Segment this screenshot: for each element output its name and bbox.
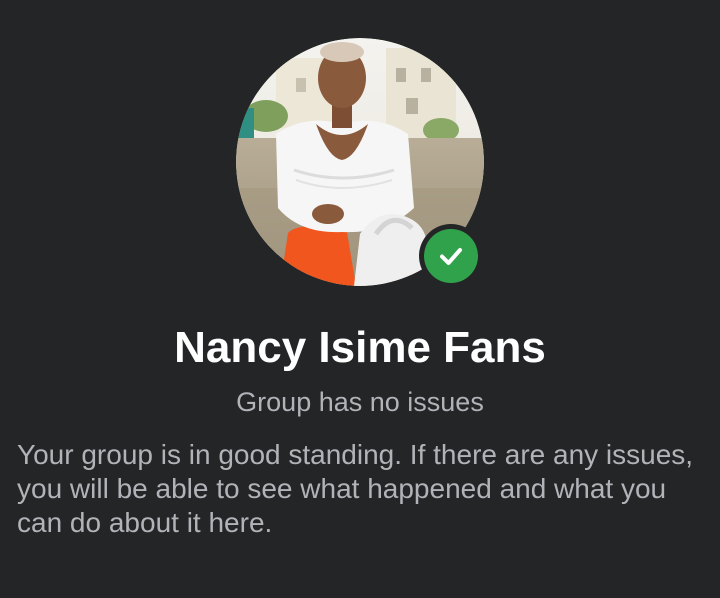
- group-status: Group has no issues: [236, 387, 484, 417]
- check-badge-circle: [424, 229, 478, 283]
- check-icon: [440, 248, 462, 265]
- group-avatar-container: [236, 38, 484, 288]
- group-name: Nancy Isime Fans: [174, 323, 546, 372]
- verified-badge: [419, 224, 483, 288]
- group-standing-description: Your group is in good standing. If there…: [17, 439, 694, 538]
